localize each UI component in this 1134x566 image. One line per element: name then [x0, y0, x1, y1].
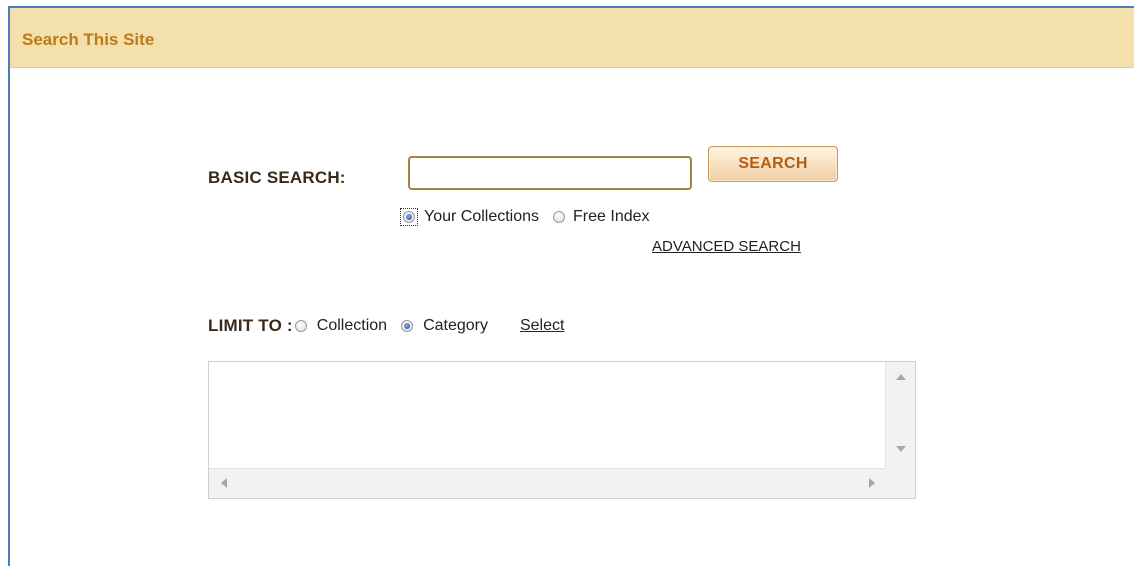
category-radio[interactable]	[401, 320, 414, 332]
search-button[interactable]: SEARCH	[708, 146, 838, 182]
scroll-left-icon[interactable]	[221, 478, 227, 488]
limit-to-label: LIMIT TO :	[208, 316, 293, 335]
select-link[interactable]: Select	[520, 317, 564, 335]
free-index-radio[interactable]	[553, 211, 566, 223]
vertical-scrollbar[interactable]	[885, 362, 915, 468]
scrollbar-corner	[885, 468, 915, 498]
basic-search-input[interactable]	[408, 156, 692, 190]
category-label[interactable]: Category	[423, 317, 488, 335]
collection-radio[interactable]	[294, 320, 307, 332]
your-collections-radio[interactable]	[403, 211, 415, 223]
horizontal-scrollbar[interactable]	[209, 468, 885, 498]
scroll-right-icon[interactable]	[869, 478, 875, 488]
search-panel: Search This Site BASIC SEARCH: SEARCH Yo…	[8, 6, 1134, 566]
basic-search-label: BASIC SEARCH:	[208, 168, 346, 187]
your-collections-label[interactable]: Your Collections	[424, 208, 539, 226]
advanced-search-link[interactable]: ADVANCED SEARCH	[652, 238, 801, 255]
scroll-up-icon[interactable]	[896, 374, 906, 380]
your-collections-radio-focus[interactable]	[400, 208, 418, 226]
limit-to-row: LIMIT TO : Collection Category Select	[208, 316, 564, 336]
collection-label[interactable]: Collection	[317, 317, 387, 335]
scope-options: Your Collections Free Index	[400, 208, 650, 226]
panel-title: Search This Site	[22, 30, 155, 49]
scroll-down-icon[interactable]	[896, 446, 906, 452]
limit-to-listbox[interactable]	[208, 361, 916, 499]
free-index-label[interactable]: Free Index	[573, 208, 649, 226]
panel-header: Search This Site	[10, 8, 1134, 68]
